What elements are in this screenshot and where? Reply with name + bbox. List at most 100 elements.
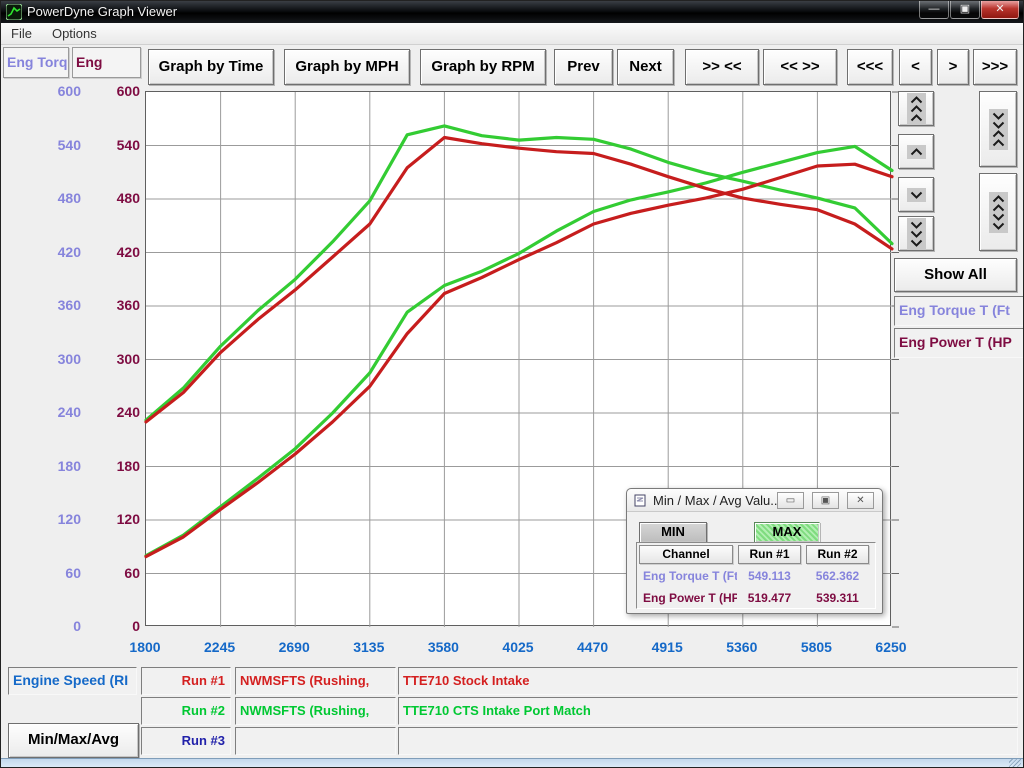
y-tick-torque-420: 420: [1, 244, 81, 260]
minmax-row-run1-value: 549.113: [738, 569, 801, 583]
x-tick-1800: 1800: [129, 639, 160, 655]
prev-button[interactable]: Prev: [554, 49, 613, 85]
minmax-window-icon: [634, 493, 647, 510]
menu-file[interactable]: File: [1, 23, 42, 44]
x-tick-5805: 5805: [801, 639, 832, 655]
channel-label-torque: Eng Torque T (Ft: [894, 296, 1024, 326]
minmax-row-run2-value: 562.362: [806, 569, 869, 583]
minmax-header-run-1: Run #1: [738, 545, 801, 564]
run-1-description-field[interactable]: TTE710 Stock Intake: [398, 667, 1018, 695]
scroll-up-button-icon: [907, 145, 926, 159]
x-tick-3135: 3135: [353, 639, 384, 655]
minmax-row-run2-value: 539.311: [806, 591, 869, 605]
run-2-description-field[interactable]: TTE710 CTS Intake Port Match: [398, 697, 1018, 725]
x-tick-5360: 5360: [726, 639, 757, 655]
zoom-in-vertical-button-icon: [989, 109, 1008, 150]
y-tick-power-360: 360: [85, 297, 140, 313]
zoom-out-vertical-button[interactable]: [979, 173, 1017, 251]
minmax-header-channel: Channel: [639, 545, 733, 564]
scroll-down-fast-button-icon: [907, 218, 926, 250]
chevron-up-icon: [991, 139, 1006, 147]
y-tick-torque-600: 600: [1, 83, 81, 99]
run-3-description-field[interactable]: [398, 727, 1018, 755]
y-tick-power-60: 60: [85, 565, 140, 581]
x-tick-4025: 4025: [502, 639, 533, 655]
run-3-comment-field[interactable]: [235, 727, 396, 755]
y-tick-torque-120: 120: [1, 511, 81, 527]
chevron-up-icon: [909, 96, 924, 104]
resize-grip[interactable]: [1009, 759, 1021, 768]
zoom-in-vertical-button[interactable]: [979, 91, 1017, 167]
chevron-up-icon: [991, 195, 1006, 203]
app-window: PowerDyne Graph Viewer —▣✕ FileOptions E…: [0, 0, 1024, 768]
chevron-down-icon: [909, 191, 924, 199]
show-all-button[interactable]: Show All: [894, 258, 1017, 292]
engine-speed-label: Engine Speed (RI: [8, 667, 137, 695]
pan-far-left-button[interactable]: <<<: [847, 49, 893, 85]
minmax-row-run1-value: 519.477: [738, 591, 801, 605]
zoom-in-x-button[interactable]: >> <<: [685, 49, 759, 85]
scroll-down-button[interactable]: [898, 177, 934, 212]
close-button-icon[interactable]: ✕: [981, 1, 1019, 19]
chevron-up-icon: [909, 105, 924, 113]
y-tick-power-180: 180: [85, 458, 140, 474]
y-tick-torque-180: 180: [1, 458, 81, 474]
window-bottom-border: [1, 758, 1024, 768]
chevron-down-icon: [991, 213, 1006, 221]
y-tick-torque-540: 540: [1, 137, 81, 153]
y-tick-torque-360: 360: [1, 297, 81, 313]
next-button[interactable]: Next: [617, 49, 674, 85]
window-title: PowerDyne Graph Viewer: [27, 4, 177, 19]
y-tick-power-420: 420: [85, 244, 140, 260]
run-label-1: Run #1: [141, 667, 231, 695]
max-button[interactable]: MAX: [754, 522, 820, 543]
scroll-up-button[interactable]: [898, 134, 934, 169]
scroll-down-fast-button[interactable]: [898, 216, 934, 251]
minmax-minimize-button-icon[interactable]: ▭: [777, 492, 804, 509]
menu-options[interactable]: Options: [42, 23, 107, 44]
scroll-up-fast-button[interactable]: [898, 91, 934, 126]
minmax-row-channel: Eng Torque T (Ft-: [643, 569, 737, 583]
minmax-header-run-2: Run #2: [806, 545, 869, 564]
run-1-comment-field[interactable]: NWMSFTS (Rushing,: [235, 667, 396, 695]
chevron-up-icon: [991, 204, 1006, 212]
pan-right-button[interactable]: >: [937, 49, 969, 85]
scroll-down-button-icon: [907, 188, 926, 202]
menu-bar: FileOptions: [1, 23, 1024, 45]
app-icon: [6, 4, 22, 25]
channel-button-torque[interactable]: Eng Torq: [3, 47, 69, 78]
min-button[interactable]: MIN: [639, 522, 707, 543]
chevron-down-icon: [991, 112, 1006, 120]
y-tick-power-540: 540: [85, 137, 140, 153]
minmax-maximize-button-icon[interactable]: ▣: [812, 492, 839, 509]
run-label-3: Run #3: [141, 727, 231, 755]
minmax-close-button-icon[interactable]: ✕: [847, 492, 874, 509]
y-tick-power-600: 600: [85, 83, 140, 99]
scroll-up-fast-button-icon: [907, 93, 926, 125]
graph-by-time-button[interactable]: Graph by Time: [148, 49, 274, 85]
run-label-2: Run #2: [141, 697, 231, 725]
chevron-down-icon: [909, 230, 924, 238]
zoom-out-vertical-button-icon: [989, 192, 1008, 233]
pan-far-right-button[interactable]: >>>: [973, 49, 1017, 85]
maximize-button-icon[interactable]: ▣: [950, 1, 980, 19]
x-tick-6250: 6250: [875, 639, 906, 655]
y-tick-torque-300: 300: [1, 351, 81, 367]
zoom-out-x-button[interactable]: << >>: [763, 49, 837, 85]
y-tick-torque-0: 0: [1, 618, 81, 634]
x-tick-4470: 4470: [577, 639, 608, 655]
x-tick-2245: 2245: [204, 639, 235, 655]
x-tick-4915: 4915: [652, 639, 683, 655]
graph-by-rpm-button[interactable]: Graph by RPM: [420, 49, 546, 85]
minimize-button-icon[interactable]: —: [919, 1, 949, 19]
run-2-comment-field[interactable]: NWMSFTS (Rushing,: [235, 697, 396, 725]
pan-left-button[interactable]: <: [899, 49, 932, 85]
chevron-down-icon: [909, 239, 924, 247]
chevron-down-icon: [991, 222, 1006, 230]
graph-by-mph-button[interactable]: Graph by MPH: [284, 49, 410, 85]
channel-button-power[interactable]: Eng Powe: [72, 47, 141, 78]
minmax-window-title: Min / Max / Avg Valu...: [653, 493, 781, 508]
minmaxavg-button[interactable]: Min/Max/Avg: [8, 723, 139, 758]
x-tick-3580: 3580: [428, 639, 459, 655]
minmax-title-bar[interactable]: Min / Max / Avg Valu... ▭ ▣ ✕: [627, 489, 882, 512]
